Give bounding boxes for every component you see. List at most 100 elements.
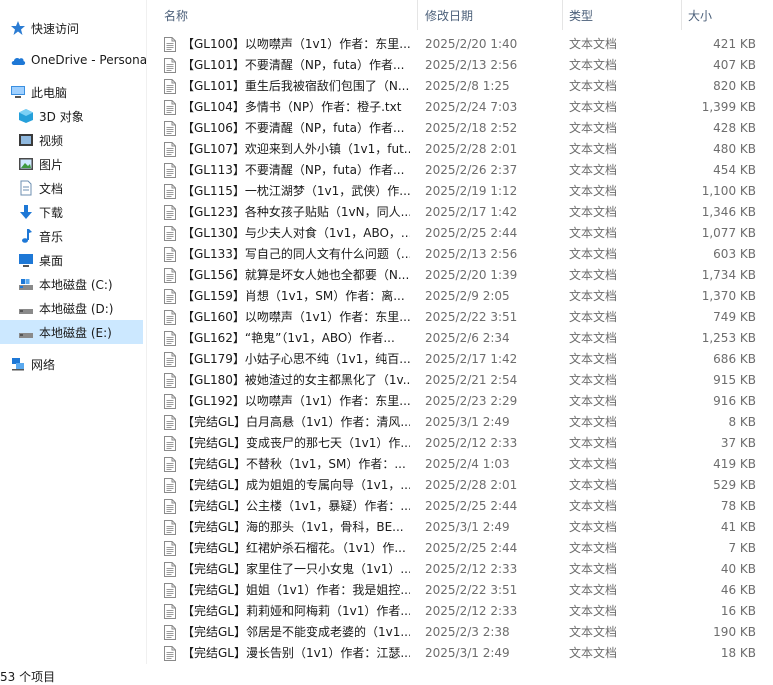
column-header-name[interactable]: 名称 ^ xyxy=(164,0,414,30)
file-row[interactable]: 【GL180】被她渣过的女主都黑化了（1v... 2025/2/21 2:54 文本… xyxy=(158,370,764,391)
file-date: 2025/2/12 2:33 xyxy=(425,436,518,450)
file-row[interactable]: 【完结GL】不替秋（1v1，SM）作者：... 2025/2/4 1:03 文本文档… xyxy=(158,454,764,475)
nav-item-drive-c[interactable]: 本地磁盘 (C:) xyxy=(0,272,161,296)
text-file-icon xyxy=(164,562,176,577)
file-row[interactable]: 【完结GL】邻居是不能变成老婆的（1v1... 2025/2/3 2:38 文本文档… xyxy=(158,622,764,643)
text-file-icon xyxy=(164,121,176,136)
file-name: 【GL123】各种女孩子贴贴（1vN，同人... xyxy=(182,205,410,219)
nav-item-documents[interactable]: 文档 xyxy=(0,176,161,200)
file-date: 2025/2/17 1:42 xyxy=(425,205,518,219)
file-date: 2025/3/1 2:49 xyxy=(425,415,510,429)
file-row[interactable]: 【完结GL】漫长告别（1v1）作者：江瑟... 2025/3/1 2:49 文本文档… xyxy=(158,643,764,664)
file-row[interactable]: 【GL113】不要清醒（NP，futa）作者... 2025/2/26 2:37 文… xyxy=(158,160,764,181)
column-header-size[interactable]: 大小 xyxy=(688,0,768,30)
nav-item-label: 图片 xyxy=(39,157,64,172)
file-row[interactable]: 【GL133】写自己的同人文有什么问题（... 2025/2/13 2:56 文本文… xyxy=(158,244,764,265)
file-row[interactable]: 【GL159】肖想（1v1，SM）作者：离... 2025/2/9 2:05 文本文… xyxy=(158,286,764,307)
file-row[interactable]: 【GL104】多情书（NP）作者：橙子.txt 2025/2/24 7:03 文本文… xyxy=(158,97,764,118)
file-row[interactable]: 【GL115】一枕江湖梦（1v1，武侠）作... 2025/2/19 1:12 文本… xyxy=(158,181,764,202)
text-file-icon xyxy=(164,394,176,409)
column-divider[interactable] xyxy=(417,0,418,30)
nav-item-videos[interactable]: 视频 xyxy=(0,128,161,152)
file-size: 480 KB xyxy=(713,142,756,156)
nav-item-label: 快速访问 xyxy=(31,21,80,36)
file-type: 文本文档 xyxy=(569,352,618,366)
nav-item-drive-e[interactable]: 本地磁盘 (E:) xyxy=(0,320,143,344)
file-row[interactable]: 【完结GL】海的那头（1v1，骨科，BE... 2025/3/1 2:49 文本文档… xyxy=(158,517,764,538)
text-file-icon xyxy=(164,79,176,94)
text-file-icon xyxy=(164,331,176,346)
file-type: 文本文档 xyxy=(569,331,618,345)
nav-item-quick-access[interactable]: 快速访问 xyxy=(0,16,153,40)
text-file-icon xyxy=(164,226,176,241)
file-type: 文本文档 xyxy=(569,562,618,576)
file-date: 2025/2/12 2:33 xyxy=(425,562,518,576)
file-type: 文本文档 xyxy=(569,226,618,240)
file-row[interactable]: 【完结GL】变成丧尸的那七天（1v1）作... 2025/2/12 2:33 文本文… xyxy=(158,433,764,454)
file-type: 文本文档 xyxy=(569,289,618,303)
nav-item-drive-d[interactable]: 本地磁盘 (D:) xyxy=(0,296,161,320)
file-row[interactable]: 【GL100】以吻噤声（1v1）作者：东里... 2025/2/20 1:40 文本… xyxy=(158,34,764,55)
file-row[interactable]: 【完结GL】公主楼（1v1，暴疑）作者：... 2025/2/25 2:44 文本文… xyxy=(158,496,764,517)
nav-item-desktop[interactable]: 桌面 xyxy=(0,248,161,272)
nav-item-3d-objects[interactable]: 3D 对象 xyxy=(0,104,161,128)
nav-item-onedrive[interactable]: OneDrive - Persona xyxy=(0,48,153,72)
file-type: 文本文档 xyxy=(569,247,618,261)
file-type: 文本文档 xyxy=(569,415,618,429)
file-size: 529 KB xyxy=(713,478,756,492)
column-header-date[interactable]: 修改日期 xyxy=(425,0,560,30)
nav-item-label: 此电脑 xyxy=(31,85,68,100)
file-row[interactable]: 【GL101】重生后我被宿敌们包围了（N... 2025/2/8 1:25 文本文档… xyxy=(158,76,764,97)
nav-item-network[interactable]: 网络 xyxy=(0,352,153,376)
file-row[interactable]: 【GL130】与少夫人对食（1v1，ABO，... 2025/2/25 2:44 文… xyxy=(158,223,764,244)
nav-item-pictures[interactable]: 图片 xyxy=(0,152,161,176)
file-row[interactable]: 【完结GL】红裙妒杀石榴花。（1v1）作... 2025/2/25 2:44 文本文… xyxy=(158,538,764,559)
nav-item-label: 本地磁盘 (D:) xyxy=(39,301,114,316)
file-date: 2025/2/23 2:29 xyxy=(425,394,518,408)
file-type: 文本文档 xyxy=(569,37,618,51)
file-row[interactable]: 【GL107】欢迎来到人外小镇（1v1，fut... 2025/2/28 2:01… xyxy=(158,139,764,160)
file-row[interactable]: 【完结GL】家里住了一只小女鬼（1v1）... 2025/2/12 2:33 文本文… xyxy=(158,559,764,580)
download-icon xyxy=(20,205,32,219)
file-type: 文本文档 xyxy=(569,520,618,534)
file-type: 文本文档 xyxy=(569,646,618,660)
file-date: 2025/2/18 2:52 xyxy=(425,121,518,135)
file-name: 【完结GL】海的那头（1v1，骨科，BE... xyxy=(182,520,404,534)
computer-icon xyxy=(11,86,25,98)
nav-item-label: 本地磁盘 (E:) xyxy=(39,325,112,340)
text-file-icon xyxy=(164,436,176,451)
column-header-label: 类型 xyxy=(569,8,594,23)
file-row[interactable]: 【GL101】不要清醒（NP，futa）作者... 2025/2/13 2:56 文… xyxy=(158,55,764,76)
file-row[interactable]: 【GL192】以吻噤声（1v1）作者：东里... 2025/2/23 2:29 文本… xyxy=(158,391,764,412)
file-row[interactable]: 【GL160】以吻噤声（1v1）作者：东里... 2025/2/22 3:51 文本… xyxy=(158,307,764,328)
column-header-type[interactable]: 类型 xyxy=(569,0,679,30)
file-row[interactable]: 【完结GL】白月高悬（1v1）作者：清风... 2025/3/1 2:49 文本文档… xyxy=(158,412,764,433)
nav-item-downloads[interactable]: 下载 xyxy=(0,200,161,224)
file-row[interactable]: 【GL123】各种女孩子贴贴（1vN，同人... 2025/2/17 1:42 文本… xyxy=(158,202,764,223)
file-type: 文本文档 xyxy=(569,142,618,156)
cube-icon xyxy=(19,109,33,123)
file-row[interactable]: 【GL179】小姑子心思不纯（1v1，纯百... 2025/2/17 1:42 文本… xyxy=(158,349,764,370)
nav-item-music[interactable]: 音乐 xyxy=(0,224,161,248)
file-row[interactable]: 【完结GL】姐姐（1v1）作者：我是姐控... 2025/2/22 3:51 文本文… xyxy=(158,580,764,601)
column-divider[interactable] xyxy=(681,0,682,30)
file-row[interactable]: 【完结GL】成为姐姐的专属向导（1v1，... 2025/2/28 2:01 文本文… xyxy=(158,475,764,496)
text-file-icon xyxy=(164,478,176,493)
nav-item-this-pc[interactable]: 此电脑 xyxy=(0,80,153,104)
nav-item-label: 音乐 xyxy=(39,229,64,244)
picture-icon xyxy=(19,158,33,170)
file-date: 2025/2/13 2:56 xyxy=(425,247,518,261)
file-row[interactable]: 【GL156】就算是坏女人她也全都要（N... 2025/2/20 1:39 文本文… xyxy=(158,265,764,286)
file-type: 文本文档 xyxy=(569,205,618,219)
text-file-icon xyxy=(164,268,176,283)
status-bar-item-count: 53 个项目 xyxy=(0,670,56,684)
column-divider[interactable] xyxy=(562,0,563,30)
cloud-icon xyxy=(11,57,26,65)
text-file-icon xyxy=(164,247,176,262)
column-header-label: 修改日期 xyxy=(425,8,474,23)
file-row[interactable]: 【完结GL】莉莉娅和阿梅莉（1v1）作者... 2025/2/12 2:33 文本文… xyxy=(158,601,764,622)
music-icon xyxy=(22,229,32,243)
file-row[interactable]: 【GL162】“艳鬼”（1v1，ABO）作者... 2025/2/6 2:34 文本… xyxy=(158,328,764,349)
text-file-icon xyxy=(164,289,176,304)
file-row[interactable]: 【GL106】不要清醒（NP，futa）作者... 2025/2/18 2:52 文… xyxy=(158,118,764,139)
